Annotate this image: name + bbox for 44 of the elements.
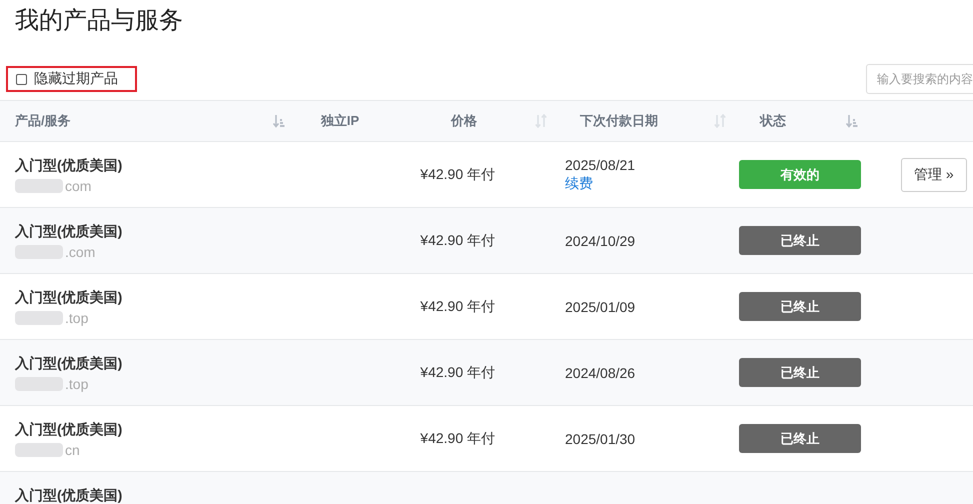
sort-icon[interactable] — [846, 114, 858, 128]
status-badge: 有效的 — [739, 160, 861, 189]
product-name: 入门型(优质美国) — [15, 421, 124, 439]
column-header[interactable]: 下次付款日期 — [580, 112, 658, 130]
redaction-block — [15, 179, 63, 193]
status-badge: 已终止 — [739, 292, 861, 321]
column-header[interactable]: 产品/服务 — [15, 112, 71, 130]
checkbox[interactable] — [16, 74, 27, 84]
status-badge: 已终止 — [739, 424, 861, 453]
renew-link[interactable]: 续费 — [565, 174, 593, 192]
product-name: 入门型(优质美国) — [15, 487, 124, 504]
domain-name: .top — [65, 376, 88, 392]
column-header[interactable]: 状态 — [760, 112, 786, 130]
hide-expired-checkbox[interactable]: 隐藏过期产品 — [6, 66, 137, 92]
domain-name: .top — [65, 310, 88, 326]
payment-date: 2025/01/09 — [565, 298, 636, 314]
product-name: 入门型(优质美国) — [15, 289, 124, 307]
domain-name: cn — [65, 442, 80, 458]
domain-name: com — [65, 178, 92, 194]
price-text: ¥42.90 年付 — [420, 364, 495, 380]
redaction-block — [15, 443, 63, 457]
price-text: ¥42.90 年付 — [420, 232, 495, 248]
product-name: 入门型(优质美国) — [15, 223, 124, 241]
product-name: 入门型(优质美国) — [15, 355, 124, 373]
manage-button[interactable]: 管理 » — [901, 158, 967, 192]
payment-date: 2025/08/21 — [565, 156, 636, 172]
status-badge: 已终止 — [739, 358, 861, 387]
page-title: 我的产品与服务 — [14, 6, 184, 36]
sort-icon[interactable] — [535, 114, 547, 128]
payment-date: 2025/01/30 — [565, 430, 636, 446]
price-text: ¥42.90 年付 — [420, 166, 495, 182]
column-header[interactable]: 价格 — [451, 112, 477, 130]
payment-date: 2024/08/26 — [565, 364, 636, 380]
price-text: ¥42.90 年付 — [420, 430, 495, 446]
sort-icon[interactable] — [273, 114, 285, 128]
status-badge: 已终止 — [739, 226, 861, 255]
payment-date: 2024/10/29 — [565, 232, 636, 248]
price-text: ¥42.90 年付 — [420, 298, 495, 314]
domain-name: .com — [65, 244, 96, 260]
column-header[interactable]: 独立IP — [320, 112, 360, 130]
product-name: 入门型(优质美国) — [15, 157, 124, 175]
sort-icon[interactable] — [714, 114, 726, 128]
redaction-block — [15, 311, 63, 325]
search-field[interactable]: 输入要搜索的内容 — [866, 64, 973, 94]
